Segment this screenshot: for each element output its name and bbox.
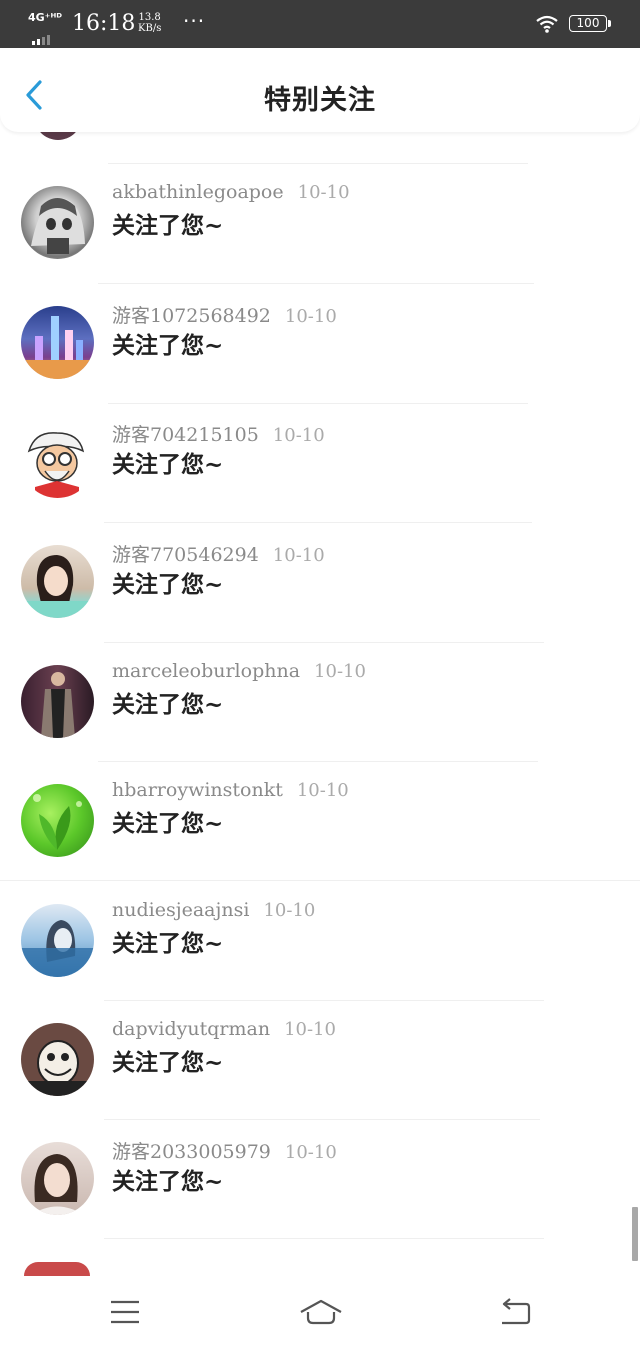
user-name[interactable]: 游客2033005979 10-10 xyxy=(112,1137,337,1164)
avatar[interactable] xyxy=(21,1142,94,1215)
list-item[interactable]: dapvidyutqrman 10-10 关注了您~ xyxy=(0,1018,640,1143)
date: 10-10 xyxy=(296,780,349,801)
cartoon-face-avatar-icon xyxy=(21,1040,94,1096)
username[interactable]: marceleoburlophna xyxy=(112,660,300,682)
notification-list[interactable]: akbathinlegoapoe 10-10 关注了您~ 游客1072568492… xyxy=(0,0,640,1351)
user-name[interactable]: 游客770546294 10-10 xyxy=(112,540,325,567)
app-header: 特别关注 xyxy=(0,48,640,132)
divider xyxy=(104,1238,544,1239)
network-type: 4G⁺ᴴᴰ xyxy=(28,11,63,24)
more-notifications-icon: ··· xyxy=(183,9,206,33)
partial-avatar-bottom xyxy=(24,1262,90,1276)
username[interactable]: 游客770546294 xyxy=(112,544,259,566)
date: 10-10 xyxy=(272,425,325,446)
list-item[interactable]: marceleoburlophna 10-10 关注了您~ xyxy=(0,660,640,785)
avatar[interactable] xyxy=(21,1023,94,1096)
user-name[interactable]: 游客704215105 10-10 xyxy=(112,420,325,447)
message: 关注了您~ xyxy=(112,1049,224,1076)
list-item[interactable]: 游客1072568492 10-10 关注了您~ xyxy=(0,305,640,426)
username[interactable]: 游客1072568492 xyxy=(112,305,271,327)
username[interactable]: 游客704215105 xyxy=(112,424,259,446)
city-night-avatar-icon xyxy=(21,316,94,379)
user-name[interactable]: 游客1072568492 10-10 xyxy=(112,301,337,328)
username[interactable]: dapvidyutqrman xyxy=(112,1018,270,1040)
username[interactable]: nudiesjeaajnsi xyxy=(112,899,249,921)
message: 关注了您~ xyxy=(112,332,224,359)
divider xyxy=(104,1000,544,1001)
navigation-bar xyxy=(0,1276,640,1351)
date: 10-10 xyxy=(272,545,325,566)
wifi-icon xyxy=(536,15,558,33)
divider xyxy=(104,642,544,643)
avatar[interactable] xyxy=(21,904,94,977)
date: 10-10 xyxy=(314,661,366,682)
user-name[interactable]: hbarroywinstonkt 10-10 xyxy=(112,779,349,801)
date: 10-10 xyxy=(284,1142,337,1163)
message: 关注了您~ xyxy=(112,930,224,957)
scroll-indicator[interactable] xyxy=(632,1207,638,1261)
avatar[interactable] xyxy=(21,186,94,259)
message: 关注了您~ xyxy=(112,571,224,598)
divider xyxy=(104,522,532,523)
date: 10-10 xyxy=(284,1019,336,1040)
clock: 16:18 xyxy=(72,11,136,36)
message: 关注了您~ xyxy=(112,691,224,718)
message: 关注了您~ xyxy=(112,1168,224,1195)
date: 10-10 xyxy=(297,182,350,203)
speed-value: 13.8 xyxy=(138,12,161,23)
avatar[interactable] xyxy=(21,784,94,857)
user-name[interactable]: dapvidyutqrman 10-10 xyxy=(112,1018,336,1040)
signal-icon xyxy=(32,26,52,45)
username[interactable]: akbathinlegoapoe xyxy=(112,181,284,203)
divider xyxy=(98,761,538,762)
home-icon[interactable] xyxy=(298,1296,344,1328)
list-item[interactable]: 游客2033005979 10-10 关注了您~ xyxy=(0,1141,640,1262)
cartoon-colonel-avatar-icon xyxy=(27,432,85,498)
user-name[interactable]: akbathinlegoapoe 10-10 xyxy=(112,181,350,203)
page-title: 特别关注 xyxy=(264,85,376,116)
status-bar: 4G⁺ᴴᴰ 16:18 13.8 KB/s ··· 100 xyxy=(0,0,640,48)
back-icon[interactable] xyxy=(496,1296,536,1328)
date: 10-10 xyxy=(263,900,316,921)
speed-unit: KB/s xyxy=(138,23,162,34)
network-speed: 13.8 KB/s xyxy=(138,12,161,34)
username[interactable]: 游客2033005979 xyxy=(112,1141,271,1163)
divider xyxy=(104,1119,540,1120)
divider xyxy=(108,163,528,164)
message: 关注了您~ xyxy=(112,212,224,239)
divider xyxy=(98,283,534,284)
divider xyxy=(108,403,528,404)
woman-portrait-avatar-icon xyxy=(31,1154,84,1215)
list-item[interactable]: nudiesjeaajnsi 10-10 关注了您~ xyxy=(0,899,640,1024)
user-name[interactable]: nudiesjeaajnsi 10-10 xyxy=(112,899,315,921)
avatar[interactable] xyxy=(21,306,94,379)
message: 关注了您~ xyxy=(112,451,224,478)
username[interactable]: hbarroywinstonkt xyxy=(112,779,283,801)
woman-photo-avatar-icon xyxy=(21,555,94,618)
list-item[interactable]: hbarroywinstonkt 10-10 关注了您~ xyxy=(0,779,640,904)
green-leaf-avatar-icon xyxy=(33,794,82,850)
list-item[interactable]: akbathinlegoapoe 10-10 关注了您~ xyxy=(0,181,640,306)
date: 10-10 xyxy=(284,306,337,327)
divider xyxy=(0,880,640,881)
menu-icon[interactable] xyxy=(105,1296,145,1328)
anime-avatar-icon xyxy=(31,197,85,254)
list-item[interactable]: 游客770546294 10-10 关注了您~ xyxy=(0,544,640,665)
avatar[interactable] xyxy=(21,425,94,498)
message: 关注了您~ xyxy=(112,810,224,837)
battery-icon: 100 xyxy=(569,15,611,32)
list-item[interactable]: 游客704215105 10-10 关注了您~ xyxy=(0,424,640,545)
blue-girl-avatar-icon xyxy=(21,920,94,977)
avatar[interactable] xyxy=(21,545,94,618)
man-coat-avatar-icon xyxy=(41,672,75,738)
user-name[interactable]: marceleoburlophna 10-10 xyxy=(112,660,366,682)
avatar[interactable] xyxy=(21,665,94,738)
